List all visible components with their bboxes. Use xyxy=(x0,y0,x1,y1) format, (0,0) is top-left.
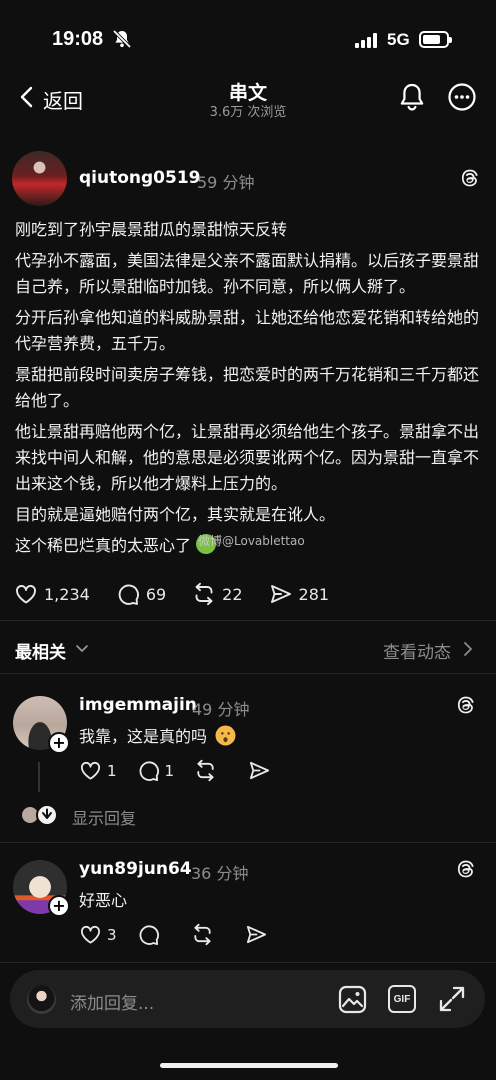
network-type: 5G xyxy=(387,30,410,49)
comment-text-content: 我靠，这是真的吗 xyxy=(79,727,208,746)
show-replies-button[interactable]: 显示回复 xyxy=(72,805,136,829)
comment-time: 49 分钟 xyxy=(192,700,250,719)
threads-logo-icon[interactable] xyxy=(455,694,477,716)
share-button[interactable]: 281 xyxy=(269,582,330,606)
bell-muted-icon xyxy=(112,29,132,49)
signal-icon xyxy=(355,32,377,48)
send-icon xyxy=(250,761,270,780)
reply-button[interactable] xyxy=(137,923,165,946)
reply-button[interactable]: 1 xyxy=(137,759,175,782)
divider xyxy=(0,673,496,674)
divider xyxy=(0,620,496,621)
repost-icon xyxy=(193,923,211,946)
like-count: 1 xyxy=(107,761,117,780)
comment-time: 36 分钟 xyxy=(191,864,249,883)
like-count: 3 xyxy=(107,925,117,944)
post-body: 刚吃到了孙宇晨景甜瓜的景甜惊天反转 代孕孙不露面，美国法律是父亲不露面默认捐精。… xyxy=(15,217,483,564)
view-activity-link[interactable]: 查看动态 xyxy=(383,638,451,663)
sort-dropdown[interactable]: 最相关 xyxy=(15,638,66,663)
heart-icon xyxy=(80,925,101,944)
my-avatar xyxy=(27,985,56,1014)
status-time: 19:08 xyxy=(52,28,104,50)
comment-text: 好恶心 xyxy=(79,891,128,910)
like-button[interactable]: 3 xyxy=(79,923,117,946)
reply-count: 1 xyxy=(164,761,175,780)
threads-logo-icon[interactable] xyxy=(455,858,477,880)
post-paragraph: 刚吃到了孙宇晨景甜瓜的景甜惊天反转 xyxy=(15,220,288,239)
post-username[interactable]: qiutong0519 xyxy=(79,168,201,188)
gif-button[interactable]: GIF xyxy=(388,985,416,1013)
image-icon[interactable] xyxy=(338,985,367,1014)
repost-icon xyxy=(195,582,213,606)
comment-username[interactable]: imgemmajin xyxy=(79,695,197,715)
repost-button[interactable] xyxy=(191,923,219,946)
post-paragraph: 分开后孙拿他知道的料威胁景甜，让她还给他恋爱花销和转给她的代孕营养费，五千万。 xyxy=(15,308,480,353)
follow-plus-button[interactable]: + xyxy=(48,732,70,754)
like-count: 1,234 xyxy=(44,584,90,604)
divider xyxy=(0,962,496,963)
comment-username[interactable]: yun89jun64 xyxy=(79,859,192,879)
like-button[interactable]: 1,234 xyxy=(14,582,90,606)
divider xyxy=(0,842,496,843)
home-indicator xyxy=(160,1063,338,1068)
comment-button[interactable]: 69 xyxy=(116,582,166,606)
speech-bubble-icon xyxy=(118,584,139,605)
post-paragraph: 他让景甜再赔他两个亿，让景甜再必须给他生个孩子。景甜拿不出来找中间人和解，他的意… xyxy=(15,422,480,493)
post-paragraph: 代孕孙不露面，美国法律是父亲不露面默认捐精。以后孩子要景甜自己养，所以景甜临时加… xyxy=(15,251,480,296)
post-paragraph: 景甜把前段时间卖房子筹钱，把恋爱时的两千万花销和三千万都还给他了。 xyxy=(15,365,480,410)
battery-icon xyxy=(419,31,452,48)
comment-text: 我靠，这是真的吗 xyxy=(79,723,236,747)
post-actions: 1,234 69 22 281 xyxy=(14,582,355,606)
thread-line xyxy=(38,762,40,792)
heart-icon xyxy=(16,585,36,604)
repost-icon xyxy=(197,759,214,782)
comment-actions: 1 1 xyxy=(79,759,296,782)
speech-bubble-icon xyxy=(139,925,159,945)
ellipsis-circle-icon[interactable] xyxy=(447,82,477,112)
chevron-right-icon[interactable] xyxy=(463,641,473,657)
post-time: 59 分钟 xyxy=(197,173,255,192)
like-button[interactable]: 1 xyxy=(79,759,117,782)
reply-avatars-icon[interactable] xyxy=(20,804,60,826)
chevron-down-icon[interactable] xyxy=(75,643,89,655)
follow-plus-button[interactable]: + xyxy=(48,895,70,917)
post-paragraph: 目的就是逼她赔付两个亿，其实就是在讹人。 xyxy=(15,505,336,524)
expand-icon[interactable] xyxy=(438,985,466,1013)
comment-count: 69 xyxy=(145,584,167,604)
send-icon xyxy=(270,585,291,603)
send-icon xyxy=(246,925,266,944)
bell-icon[interactable] xyxy=(398,82,426,112)
watermark: 微博@Lovablettao xyxy=(198,534,305,548)
comment-actions: 3 xyxy=(79,923,293,946)
repost-button[interactable]: 22 xyxy=(192,582,243,606)
speech-bubble-icon xyxy=(139,761,159,781)
repost-button[interactable] xyxy=(194,759,222,782)
share-button[interactable] xyxy=(248,759,276,782)
share-button[interactable] xyxy=(245,923,273,946)
post-author-avatar[interactable] xyxy=(12,151,67,206)
frowning-face-emoji xyxy=(215,725,236,746)
heart-icon xyxy=(80,761,101,780)
threads-logo-icon[interactable] xyxy=(459,167,481,189)
reply-input[interactable]: 添加回复... xyxy=(70,989,154,1014)
share-count: 281 xyxy=(298,584,330,604)
post-paragraph: 这个稀巴烂真的太恶心了 xyxy=(15,536,192,555)
repost-count: 22 xyxy=(222,584,243,604)
